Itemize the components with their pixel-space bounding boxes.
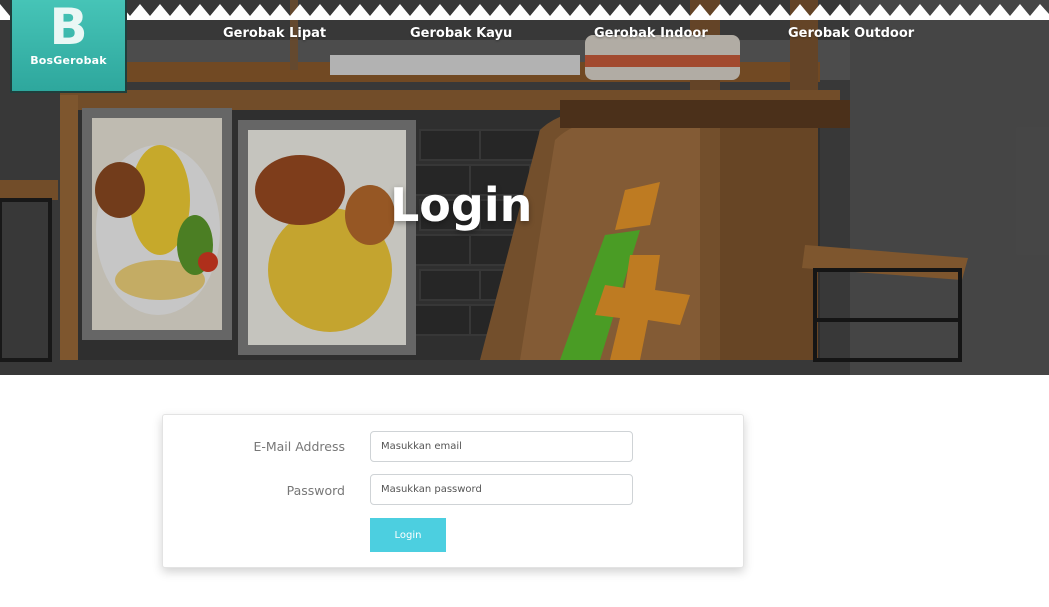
brand-logo[interactable]: B BosGerobak: [10, 0, 127, 93]
nav-gerobak-indoor[interactable]: Gerobak Indoor: [594, 26, 708, 41]
nav-gerobak-outdoor[interactable]: Gerobak Outdoor: [788, 26, 914, 41]
login-form: E-Mail Address Password Login: [162, 414, 744, 568]
nav-gerobak-kayu[interactable]: Gerobak Kayu: [410, 26, 512, 41]
password-input[interactable]: [370, 474, 633, 505]
brand-name: BosGerobak: [30, 54, 107, 67]
page-title: Login: [390, 178, 533, 232]
nav-gerobak-lipat[interactable]: Gerobak Lipat: [223, 26, 326, 41]
email-label: E-Mail Address: [253, 439, 345, 454]
login-button[interactable]: Login: [370, 518, 446, 552]
password-label: Password: [286, 483, 345, 498]
email-input[interactable]: [370, 431, 633, 462]
zigzag-divider: [0, 4, 1049, 20]
logo-letter: B: [49, 0, 88, 56]
hero-banner: B BosGerobak Gerobak Lipat Gerobak Kayu …: [0, 0, 1049, 375]
